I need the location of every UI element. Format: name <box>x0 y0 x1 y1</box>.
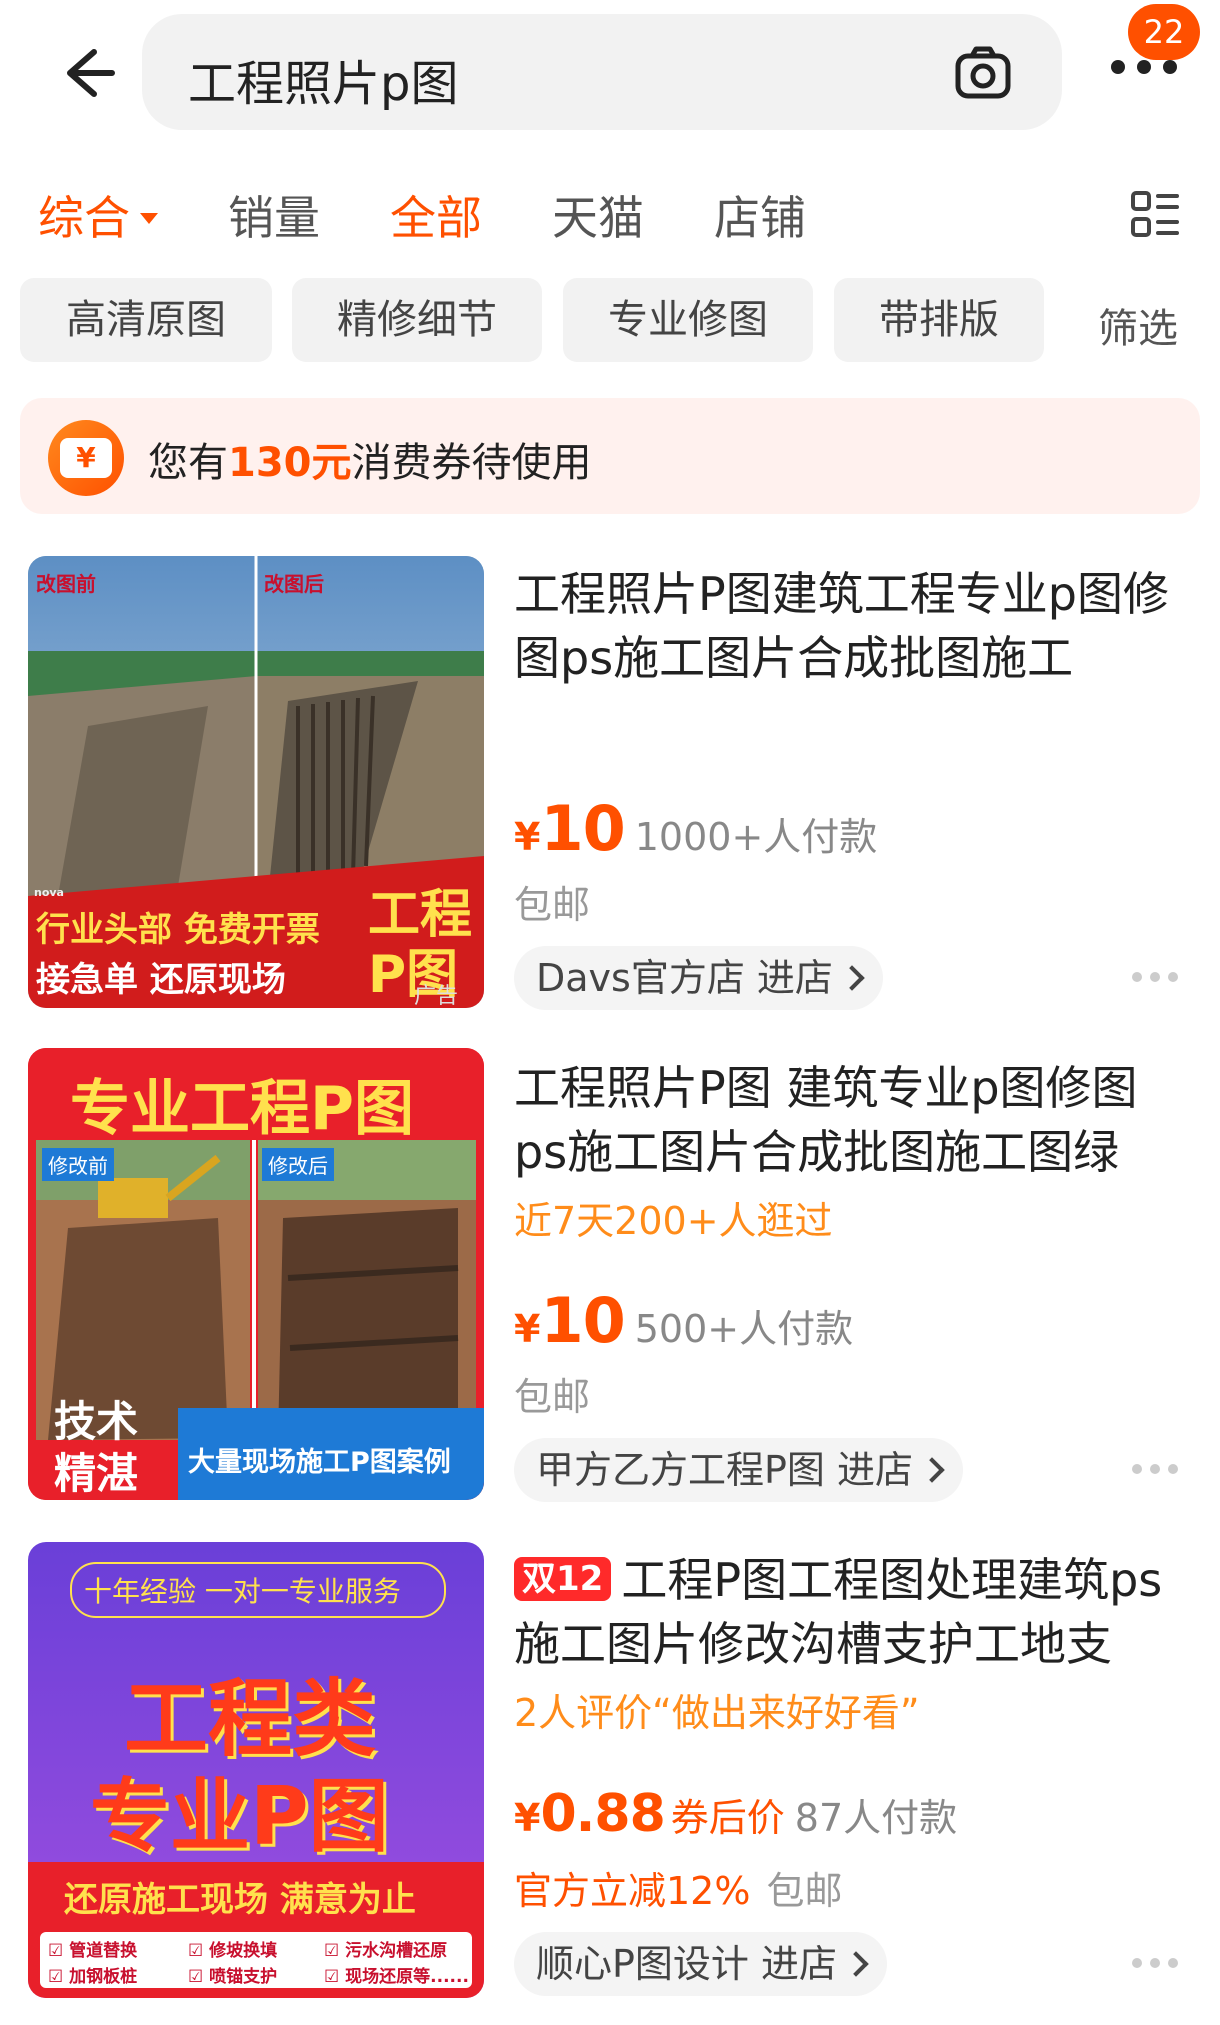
image-checklist-item: ☑ 修坡换填 <box>188 1941 278 1961</box>
chevron-right-icon <box>839 964 865 991</box>
image-top-text: 十年经验 一对一专业服务 <box>84 1575 401 1608</box>
checklist-item-text: 污水沟槽还原 <box>345 1941 448 1961</box>
image-headline: 专业工程P图 <box>70 1074 414 1144</box>
shop-name: 甲方乙方工程P图 进店 <box>536 1448 913 1492</box>
shop-name: 顺心P图设计 进店 <box>536 1942 837 1986</box>
price-value: 10 <box>540 1284 625 1357</box>
image-checklist-item: ☑ 管道替换 <box>48 1941 138 1961</box>
shipping-text: 包邮 <box>766 1869 843 1913</box>
image-big-text-2: 专业P图 <box>90 1770 389 1863</box>
image-checklist-item: ☑ 加钢板桩 <box>48 1967 138 1987</box>
filter-button[interactable]: 筛选 <box>1098 296 1178 354</box>
double12-tag: 双12 <box>514 1557 612 1601</box>
notification-badge: 22 <box>1128 4 1200 60</box>
filter-chip-fine-retouch[interactable]: 精修细节 <box>292 278 542 362</box>
chevron-right-icon <box>919 1456 945 1483</box>
image-footer: 大量现场施工P图案例 <box>188 1447 451 1478</box>
tab-sales[interactable]: 销量 <box>228 182 320 248</box>
coupon-banner[interactable]: ¥ 您有130元消费券待使用 <box>20 398 1200 514</box>
chevron-right-icon <box>843 1950 869 1977</box>
image-caption-1: 行业头部 免费开票 <box>36 910 320 950</box>
search-query-text[interactable]: 工程照片p图 <box>188 44 458 114</box>
promo-text: 近7天200+人逛过 <box>514 1199 833 1243</box>
shop-name: Davs官方店 进店 <box>536 956 833 1000</box>
more-dots-icon[interactable] <box>1130 1956 1180 1970</box>
currency-symbol: ¥ <box>514 815 541 859</box>
product-title[interactable]: 工程照片P图建筑工程专业p图修图ps施工图片合成批图施工 <box>514 562 1190 690</box>
sales-count: 1000+人付款 <box>634 815 878 859</box>
coupon-icon: ¥ <box>48 420 124 496</box>
filter-chip-pro-retouch[interactable]: 专业修图 <box>563 278 813 362</box>
coupon-amount: 130元 <box>228 440 352 486</box>
tab-comprehensive-label: 综合 <box>38 191 130 245</box>
shop-link[interactable]: 甲方乙方工程P图 进店 <box>514 1438 963 1502</box>
tab-shops[interactable]: 店铺 <box>714 182 806 248</box>
currency-symbol: ¥ <box>514 1307 541 1351</box>
shop-link[interactable]: Davs官方店 进店 <box>514 946 883 1010</box>
image-caption-2: 接急单 还原现场 <box>36 960 286 1000</box>
price-row: ¥0.88 券后价 87人付款 <box>514 1784 957 1844</box>
product-image[interactable]: 改图前 改图后 nova 行业头部 免费开票 接急单 还原现场 工程 P图 广告 <box>28 556 484 1008</box>
image-badge-2: 精湛 <box>54 1449 139 1498</box>
tab-all[interactable]: 全部 <box>390 182 482 248</box>
coupon-suffix: 消费券待使用 <box>351 440 592 486</box>
shop-link[interactable]: 顺心P图设计 进店 <box>514 1932 887 1996</box>
image-checklist-item: ☑ 喷锚支护 <box>188 1967 278 1987</box>
checklist-item-text: 管道替换 <box>69 1941 138 1961</box>
coupon-text: 您有130元消费券待使用 <box>148 430 592 488</box>
discount-text: 官方立减12% <box>514 1869 751 1913</box>
layout-toggle-icon[interactable] <box>1130 190 1180 240</box>
search-bar[interactable]: 工程照片p图 <box>142 14 1062 130</box>
checklist-item-text: 加钢板桩 <box>69 1967 138 1987</box>
tab-tmall[interactable]: 天猫 <box>552 182 644 248</box>
image-label-after: 改图后 <box>264 572 324 596</box>
price-value: 10 <box>540 792 625 865</box>
checklist-item-text: 现场还原等...... <box>345 1967 469 1987</box>
image-checklist-item: ☑ 现场还原等...... <box>324 1967 469 1987</box>
image-label-before: 改图前 <box>36 572 96 596</box>
checklist-item-text: 修坡换填 <box>209 1941 278 1961</box>
shipping-info: 包邮 <box>514 1375 591 1419</box>
price-row: ¥10 500+人付款 <box>514 1284 853 1357</box>
more-dots-icon[interactable] <box>1130 1462 1180 1476</box>
product-title[interactable]: 双12 工程P图工程图处理建筑ps施工图片修改沟槽支护工地支 <box>514 1548 1190 1676</box>
dropdown-caret-icon <box>140 213 158 224</box>
image-checklist-item: ☑ 污水沟槽还原 <box>324 1941 448 1961</box>
price-row: ¥10 1000+人付款 <box>514 792 877 865</box>
product-title-text: 工程P图工程图处理建筑ps施工图片修改沟槽支护工地支 <box>514 1553 1163 1671</box>
coupon-icon-glyph: ¥ <box>60 438 112 478</box>
tab-comprehensive[interactable]: 综合 <box>38 182 158 248</box>
after-coupon-label: 券后价 <box>670 1796 785 1840</box>
back-arrow-icon[interactable] <box>50 38 120 108</box>
sales-count: 87人付款 <box>794 1796 958 1840</box>
review-snippet: 2人评价“做出来好好看” <box>514 1691 920 1735</box>
shipping-info: 官方立减12% 包邮 <box>514 1860 842 1915</box>
image-label-before: 修改前 <box>42 1148 114 1181</box>
camera-search-icon[interactable] <box>952 42 1014 104</box>
checklist-item-text: 喷锚支护 <box>209 1967 278 1987</box>
image-mid-text: 还原施工现场 满意为止 <box>64 1880 416 1920</box>
product-image[interactable]: 十年经验 一对一专业服务 工程类 专业P图 还原施工现场 满意为止 ☑ 管道替换… <box>28 1542 484 1998</box>
shipping-info: 包邮 <box>514 883 591 927</box>
more-dots-icon[interactable] <box>1130 970 1180 984</box>
product-title[interactable]: 工程照片P图 建筑专业p图修图ps施工图片合成批图施工图绿 <box>514 1056 1190 1184</box>
image-label-after: 修改后 <box>262 1148 334 1181</box>
filter-chip-layout[interactable]: 带排版 <box>834 278 1044 362</box>
image-brand-watermark: nova <box>34 886 64 899</box>
currency-symbol: ¥ <box>514 1796 541 1840</box>
filter-chip-hd-original[interactable]: 高清原图 <box>20 278 272 362</box>
product-image[interactable]: 专业工程P图 修改前 修改后 技术 精湛 大量现场施工P图案例 <box>28 1048 484 1500</box>
ad-label: 广告 <box>414 984 459 1008</box>
price-value: 0.88 <box>540 1784 665 1844</box>
sales-count: 500+人付款 <box>634 1307 854 1351</box>
coupon-prefix: 您有 <box>148 440 228 486</box>
